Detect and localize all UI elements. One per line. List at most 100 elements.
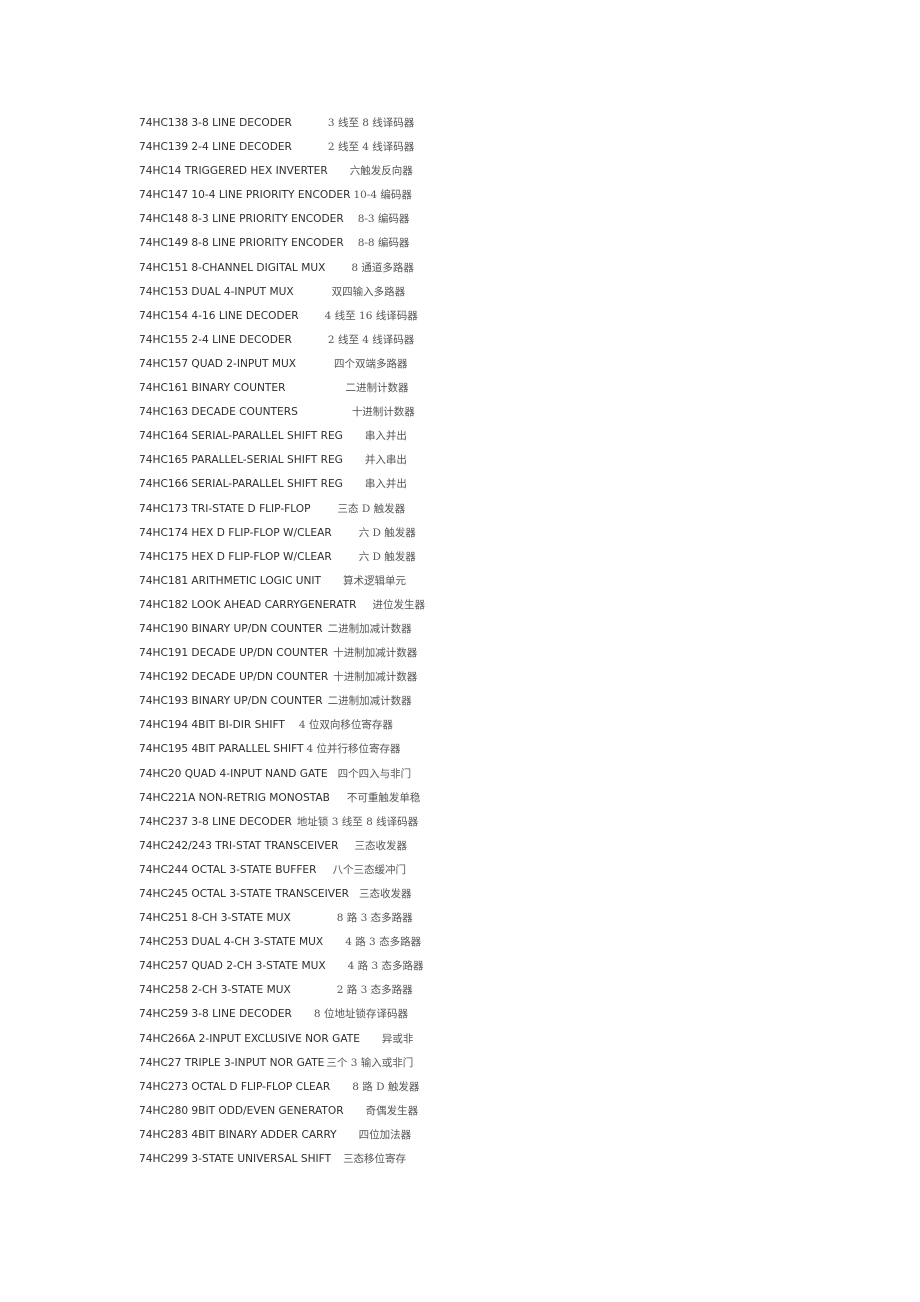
part-name: 74HC257 QUAD 2-CH 3-STATE MUX — [139, 960, 326, 973]
part-description: 二进制计数器 — [345, 382, 409, 395]
part-name: 74HC245 OCTAL 3-STATE TRANSCEIVER — [139, 888, 350, 900]
part-description: 四个四入与非门 — [337, 767, 412, 780]
part-name: 74HC237 3-8 LINE DECODER — [139, 815, 292, 828]
part-description: 8-3 编码器 — [357, 213, 410, 226]
part-description: 8 路 3 态多路器 — [336, 912, 413, 925]
list-item: 74HC221A NON-RETRIG MONOSTAB 不可重触发单稳 — [139, 790, 839, 814]
list-item: 74HC191 DECADE UP/DN COUNTER 十进制加减计数器 — [139, 645, 839, 669]
list-item: 74HC174 HEX D FLIP-FLOP W/CLEAR 六 D 触发器 — [139, 525, 839, 549]
part-description: 二进制加减计数器 — [327, 622, 412, 635]
list-item: 74HC253 DUAL 4-CH 3-STATE MUX 4 路 3 态多路器 — [139, 934, 839, 958]
part-name: 74HC253 DUAL 4-CH 3-STATE MUX — [139, 936, 324, 949]
part-description: 4 位并行移位寄存器 — [306, 743, 401, 756]
part-name: 74HC151 8-CHANNEL DIGITAL MUX — [139, 261, 326, 274]
part-name: 74HC148 8-3 LINE PRIORITY ENCODER — [139, 213, 344, 226]
part-name: 74HC251 8-CH 3-STATE MUX — [139, 912, 291, 925]
part-name: 74HC147 10-4 LINE PRIORITY ENCODER — [139, 189, 351, 202]
part-description: 8 通道多路器 — [351, 261, 414, 274]
part-description: 3 线至 8 线译码器 — [327, 117, 415, 129]
part-description: 八个三态缓冲门 — [332, 863, 407, 876]
part-name: 74HC193 BINARY UP/DN COUNTER — [139, 695, 323, 708]
part-name: 74HC190 BINARY UP/DN COUNTER — [139, 622, 323, 635]
list-item: 74HC149 8-8 LINE PRIORITY ENCODER 8-8 编码器 — [139, 235, 839, 259]
part-name: 74HC182 LOOK AHEAD CARRYGENERATR — [139, 598, 357, 611]
part-name: 74HC164 SERIAL-PARALLEL SHIFT REG — [139, 430, 343, 443]
part-description: 10-4 编码器 — [353, 189, 412, 202]
part-description: 十进制计数器 — [351, 406, 415, 419]
list-item: 74HC155 2-4 LINE DECODER 2 线至 4 线译码器 — [139, 332, 839, 356]
list-item: 74HC258 2-CH 3-STATE MUX 2 路 3 态多路器 — [139, 982, 839, 1006]
part-description: 串入并出 — [364, 430, 407, 443]
list-item: 74HC20 QUAD 4-INPUT NAND GATE 四个四入与非门 — [139, 766, 839, 790]
list-item: 74HC163 DECADE COUNTERS 十进制计数器 — [139, 404, 839, 428]
part-description: 4 位双向移位寄存器 — [298, 719, 393, 732]
part-name: 74HC174 HEX D FLIP-FLOP W/CLEAR — [139, 526, 332, 539]
list-item: 74HC153 DUAL 4-INPUT MUX 双四输入多路器 — [139, 284, 839, 308]
list-item: 74HC195 4BIT PARALLEL SHIFT 4 位并行移位寄存器 — [139, 741, 839, 765]
part-description: 4 线至 16 线译码器 — [324, 309, 418, 322]
list-item: 74HC181 ARITHMETIC LOGIC UNIT 算术逻辑单元 — [139, 573, 839, 597]
part-description: 4 路 3 态多路器 — [345, 936, 422, 949]
part-name: 74HC194 4BIT BI-DIR SHIFT — [139, 719, 285, 732]
part-description: 8 位地址锁存译码器 — [313, 1008, 408, 1021]
part-description: 三态收发器 — [354, 839, 407, 852]
part-name: 74HC173 TRI-STATE D FLIP-FLOP — [139, 502, 311, 515]
list-item: 74HC299 3-STATE UNIVERSAL SHIFT 三态移位寄存 — [139, 1151, 839, 1175]
part-description: 十进制加减计数器 — [333, 647, 418, 660]
list-item: 74HC157 QUAD 2-INPUT MUX 四个双端多路器 — [139, 356, 839, 380]
part-name: 74HC153 DUAL 4-INPUT MUX — [139, 285, 294, 298]
part-description: 三态收发器 — [359, 888, 412, 900]
list-item: 74HC175 HEX D FLIP-FLOP W/CLEAR 六 D 触发器 — [139, 549, 839, 573]
part-name: 74HC258 2-CH 3-STATE MUX — [139, 984, 291, 997]
part-name: 74HC244 OCTAL 3-STATE BUFFER — [139, 863, 317, 876]
part-name: 74HC138 3-8 LINE DECODER — [139, 117, 292, 129]
part-name: 74HC157 QUAD 2-INPUT MUX — [139, 357, 297, 370]
list-item: 74HC259 3-8 LINE DECODER 8 位地址锁存译码器 — [139, 1006, 839, 1030]
list-item: 74HC273 OCTAL D FLIP-FLOP CLEAR 8 路 D 触发器 — [139, 1079, 839, 1103]
part-name: 74HC283 4BIT BINARY ADDER CARRY — [139, 1128, 337, 1141]
part-description: 2 线至 4 线译码器 — [327, 333, 415, 346]
part-name: 74HC259 3-8 LINE DECODER — [139, 1008, 292, 1021]
part-description: 2 线至 4 线译码器 — [327, 141, 415, 154]
part-name: 74HC20 QUAD 4-INPUT NAND GATE — [139, 767, 328, 780]
part-name: 74HC27 TRIPLE 3-INPUT NOR GATE — [139, 1056, 325, 1069]
part-description: 三态 D 触发器 — [337, 502, 406, 515]
list-item: 74HC266A 2-INPUT EXCLUSIVE NOR GATE 异或非 — [139, 1031, 839, 1055]
part-name: 74HC161 BINARY COUNTER — [139, 382, 286, 395]
part-description: 六触发反向器 — [349, 165, 413, 178]
part-name: 74HC14 TRIGGERED HEX INVERTER — [139, 165, 328, 178]
list-item: 74HC237 3-8 LINE DECODER 地址锁 3 线至 8 线译码器 — [139, 814, 839, 838]
list-item: 74HC148 8-3 LINE PRIORITY ENCODER 8-3 编码器 — [139, 211, 839, 235]
part-description: 十进制加减计数器 — [333, 671, 418, 684]
part-description: 异或非 — [381, 1032, 414, 1045]
part-name: 74HC139 2-4 LINE DECODER — [139, 141, 292, 154]
part-name: 74HC192 DECADE UP/DN COUNTER — [139, 671, 329, 684]
list-item: 74HC283 4BIT BINARY ADDER CARRY 四位加法器 — [139, 1127, 839, 1151]
part-name: 74HC299 3-STATE UNIVERSAL SHIFT — [139, 1153, 332, 1166]
part-name: 74HC154 4-16 LINE DECODER — [139, 309, 299, 322]
part-name: 74HC242/243 TRI-STAT TRANSCEIVER — [139, 839, 339, 852]
part-name: 74HC280 9BIT ODD/EVEN GENERATOR — [139, 1104, 344, 1117]
part-description: 奇偶发生器 — [365, 1104, 419, 1117]
part-name: 74HC165 PARALLEL-SERIAL SHIFT REG — [139, 454, 343, 467]
list-item: 74HC242/243 TRI-STAT TRANSCEIVER 三态收发器 — [139, 838, 839, 862]
parts-list: 74HC138 3-8 LINE DECODER 3 线至 8 线译码器 74HC1… — [139, 115, 839, 1175]
list-item: 74HC182 LOOK AHEAD CARRYGENERATR 进位发生器 — [139, 597, 839, 621]
list-item: 74HC14 TRIGGERED HEX INVERTER 六触发反向器 — [139, 163, 839, 187]
part-description: 四位加法器 — [358, 1128, 412, 1141]
list-item: 74HC190 BINARY UP/DN COUNTER 二进制加减计数器 — [139, 621, 839, 645]
part-description: 并入串出 — [364, 454, 407, 467]
list-item: 74HC194 4BIT BI-DIR SHIFT 4 位双向移位寄存器 — [139, 717, 839, 741]
list-item: 74HC139 2-4 LINE DECODER 2 线至 4 线译码器 — [139, 139, 839, 163]
list-item: 74HC138 3-8 LINE DECODER 3 线至 8 线译码器 — [139, 115, 839, 139]
part-description: 双四输入多路器 — [331, 285, 406, 298]
list-item: 74HC154 4-16 LINE DECODER 4 线至 16 线译码器 — [139, 308, 839, 332]
list-item: 74HC151 8-CHANNEL DIGITAL MUX 8 通道多路器 — [139, 260, 839, 284]
list-item: 74HC257 QUAD 2-CH 3-STATE MUX 4 路 3 态多路器 — [139, 958, 839, 982]
part-name: 74HC166 SERIAL-PARALLEL SHIFT REG — [139, 478, 343, 491]
list-item: 74HC193 BINARY UP/DN COUNTER 二进制加减计数器 — [139, 693, 839, 717]
part-description: 4 路 3 态多路器 — [347, 960, 424, 973]
part-description: 四个双端多路器 — [334, 357, 408, 370]
list-item: 74HC164 SERIAL-PARALLEL SHIFT REG 串入并出 — [139, 428, 839, 452]
part-description: 二进制加减计数器 — [327, 695, 412, 708]
